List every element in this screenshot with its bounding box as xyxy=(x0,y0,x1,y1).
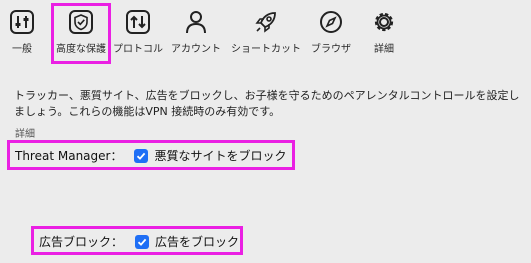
tab-browser-label: ブラウザ xyxy=(311,44,351,55)
sliders-icon xyxy=(8,8,36,36)
gear-icon xyxy=(370,8,398,36)
highlight-threat-manager xyxy=(7,140,295,170)
highlight-ad-block xyxy=(31,226,243,255)
tab-browser[interactable]: ブラウザ xyxy=(306,4,356,60)
arrows-swap-icon xyxy=(124,8,152,36)
tab-protocol[interactable]: プロトコル xyxy=(110,4,166,60)
section-label-advanced: 詳細 xyxy=(15,129,35,140)
tab-account-label: アカウント xyxy=(171,44,221,55)
tab-general-label: 一般 xyxy=(12,44,32,55)
tab-advanced[interactable]: 詳細 xyxy=(364,4,404,60)
tab-advanced-label: 詳細 xyxy=(374,44,394,55)
tab-shortcuts[interactable]: ショートカット xyxy=(228,4,304,60)
description-text: トラッカー、悪質サイト、広告をブロックし、お子様を守るためのペアレンタルコントロ… xyxy=(14,89,520,118)
tab-account[interactable]: アカウント xyxy=(166,4,226,60)
rocket-icon xyxy=(252,8,280,36)
compass-icon xyxy=(317,8,345,36)
highlight-advanced-protection-tab xyxy=(51,3,111,64)
tab-shortcuts-label: ショートカット xyxy=(231,44,301,55)
tab-general[interactable]: 一般 xyxy=(2,4,42,60)
tab-protocol-label: プロトコル xyxy=(113,44,163,55)
person-icon xyxy=(182,8,210,36)
